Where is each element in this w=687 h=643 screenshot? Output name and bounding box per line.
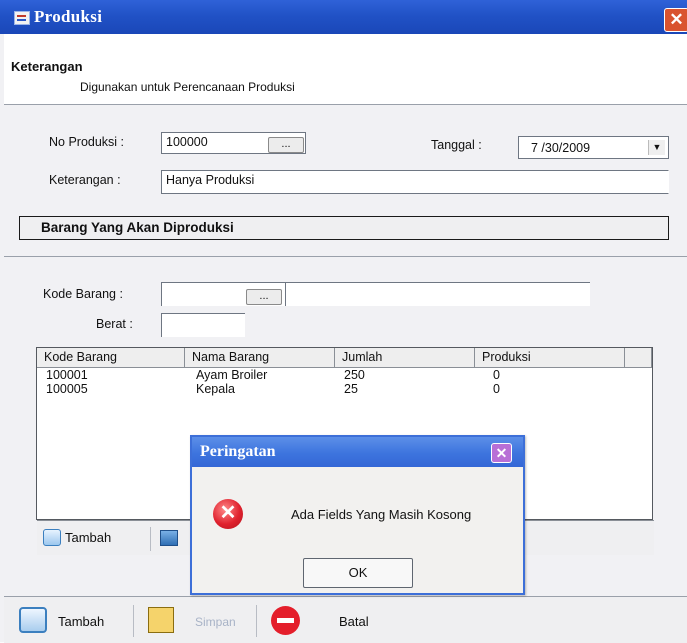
toolbar-separator	[150, 527, 151, 551]
kode-barang-browse-button[interactable]: ...	[246, 289, 282, 305]
table-cell: Kepala	[196, 382, 235, 396]
item-tambah-button[interactable]: Tambah	[43, 528, 143, 548]
simpan-button[interactable]: Simpan	[148, 607, 248, 635]
simpan-label: Simpan	[195, 615, 236, 629]
toolbar-separator	[133, 605, 134, 637]
column-header-filler	[625, 348, 652, 368]
section-divider	[4, 256, 687, 257]
berat-label: Berat :	[96, 317, 133, 331]
no-entry-icon	[271, 606, 300, 635]
section-title: Barang Yang Akan Diproduksi	[41, 220, 234, 235]
edit-icon[interactable]	[160, 530, 178, 546]
toolbar-separator	[256, 605, 257, 637]
item-tambah-label: Tambah	[65, 530, 112, 545]
berat-input[interactable]	[161, 313, 245, 337]
tanggal-label: Tanggal :	[431, 138, 482, 152]
tanggal-value: 7 /30/2009	[531, 141, 591, 155]
warning-dialog: Peringatan ✕ ✕ Ada Fields Yang Masih Kos…	[190, 435, 525, 595]
column-header-nama-barang[interactable]: Nama Barang	[185, 348, 335, 368]
produksi-window: Produksi ✕ Keterangan Digunakan untuk Pe…	[0, 0, 687, 643]
ok-button[interactable]: OK	[303, 558, 413, 588]
column-header-jumlah[interactable]: Jumlah	[335, 348, 475, 368]
tambah-button[interactable]: Tambah	[19, 607, 129, 635]
title-bar[interactable]: Produksi ✕	[0, 0, 687, 34]
save-icon	[148, 607, 174, 633]
close-button[interactable]: ✕	[664, 8, 687, 32]
app-icon	[14, 11, 30, 25]
table-cell: 250	[344, 368, 365, 382]
search-plus-icon	[43, 529, 61, 546]
table-cell: 100005	[46, 382, 88, 396]
batal-button[interactable]: Batal	[271, 605, 391, 635]
no-produksi-browse-button[interactable]: ...	[268, 137, 304, 153]
table-cell: 100001	[46, 368, 88, 382]
table-cell: 0	[493, 368, 500, 382]
keterangan-input[interactable]: Hanya Produksi	[161, 170, 669, 194]
batal-label: Batal	[339, 614, 369, 629]
table-cell: 25	[344, 382, 358, 396]
no-produksi-label: No Produksi :	[49, 135, 125, 149]
nama-barang-field	[285, 282, 590, 306]
section-header: Barang Yang Akan Diproduksi	[19, 216, 669, 240]
chevron-down-icon[interactable]: ▼	[648, 140, 665, 155]
dialog-message: Ada Fields Yang Masih Kosong	[291, 507, 472, 522]
dialog-title: Peringatan	[200, 443, 276, 460]
column-header-produksi[interactable]: Produksi	[475, 348, 625, 368]
search-plus-icon	[19, 607, 47, 633]
kode-barang-label: Kode Barang :	[43, 287, 123, 301]
dialog-title-bar[interactable]: Peringatan ✕	[192, 437, 523, 467]
tanggal-datepicker[interactable]: 7 /30/2009 ▼	[518, 136, 669, 159]
window-title: Produksi	[34, 7, 103, 26]
dialog-close-button[interactable]: ✕	[491, 443, 512, 463]
no-produksi-value: 100000	[166, 135, 208, 149]
no-entry-bar	[277, 618, 294, 623]
header-subtitle: Digunakan untuk Perencanaan Produksi	[80, 80, 295, 94]
header-title: Keterangan	[11, 59, 83, 74]
column-header-kode-barang[interactable]: Kode Barang	[37, 348, 185, 368]
main-toolbar: Tambah Simpan Batal	[4, 596, 687, 643]
info-header: Keterangan Digunakan untuk Perencanaan P…	[4, 34, 687, 105]
keterangan-label: Keterangan :	[49, 173, 121, 187]
keterangan-value: Hanya Produksi	[166, 173, 255, 187]
table-cell: Ayam Broiler	[196, 368, 268, 382]
table-cell: 0	[493, 382, 500, 396]
error-icon: ✕	[213, 499, 243, 529]
tambah-label: Tambah	[58, 614, 105, 629]
